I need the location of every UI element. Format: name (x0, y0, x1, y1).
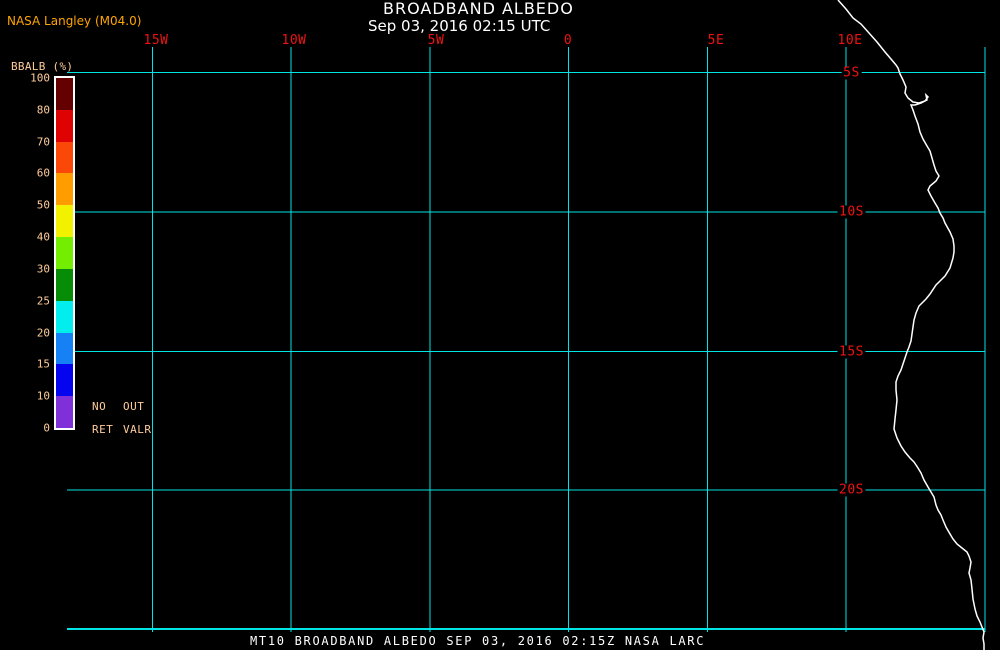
longitude-label: 10E (837, 33, 863, 48)
flag-valr-label: VALR (123, 423, 152, 436)
retrieval-flag-legend: NO OUT RET VALR (92, 401, 152, 436)
longitude-label: 0 (563, 33, 573, 48)
colorbar-segment (56, 268, 73, 301)
colorbar-tick-label: 100 (30, 71, 50, 85)
colorbar-segment (56, 109, 73, 142)
longitude-label: 15W (143, 33, 169, 48)
footer-caption: MT10 BROADBAND ALBEDO SEP 03, 2016 02:15… (250, 634, 706, 648)
colorbar-tick-label: 80 (36, 103, 50, 117)
colorbar-tick-label: 15 (36, 357, 50, 371)
longitude-label: 10W (281, 33, 307, 48)
colorbar-tick-label: 30 (36, 262, 50, 276)
flag-ret-label: RET (92, 423, 114, 436)
flag-no-label: NO (92, 400, 107, 413)
colorbar-segment (56, 396, 73, 428)
colorbar-segment (56, 300, 73, 333)
latitude-label: 5S (841, 65, 862, 80)
albedo-map-screen: NASA Langley (M04.0) BROADBAND ALBEDO Se… (0, 0, 1000, 650)
colorbar-tick-label: 50 (36, 198, 50, 212)
colorbar-segment (56, 173, 73, 206)
colorbar-tick-label: 10 (36, 389, 50, 403)
longitude-label: 5W (427, 33, 445, 48)
colorbar (54, 76, 75, 430)
colorbar-tick-label: 0 (43, 421, 50, 435)
flag-out-label: OUT (123, 400, 145, 413)
colorbar-segment (56, 205, 73, 238)
colorbar-segment (56, 78, 73, 110)
africa-coastline (837, 0, 985, 650)
colorbar-tick-label: 70 (36, 135, 50, 149)
colorbar-segment (56, 237, 73, 269)
colorbar-tick-label: 25 (36, 294, 50, 308)
colorbar-segment (56, 364, 73, 397)
latitude-label: 20S (837, 482, 866, 498)
latitude-label: 10S (837, 204, 866, 220)
colorbar-tick-label: 20 (36, 326, 50, 340)
colorbar-segment (56, 332, 73, 365)
latitude-label: 15S (837, 344, 866, 359)
colorbar-tick-label: 60 (36, 166, 50, 180)
map-canvas (67, 0, 986, 650)
colorbar-tick-label: 40 (36, 230, 50, 244)
colorbar-segment (56, 141, 73, 174)
longitude-label: 5E (707, 33, 725, 48)
